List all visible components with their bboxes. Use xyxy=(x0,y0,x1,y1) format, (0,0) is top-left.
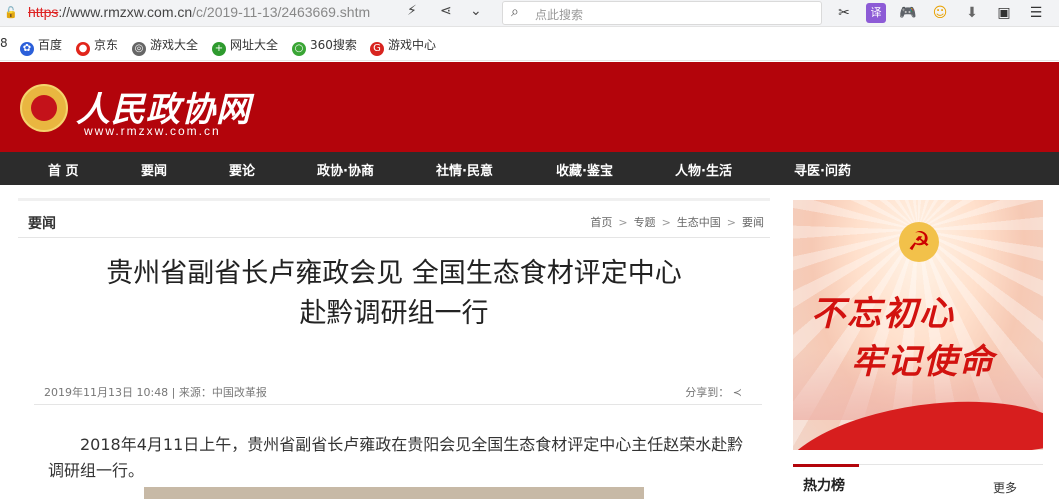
bookmark-game-center[interactable]: G 游戏中心 xyxy=(370,36,436,56)
url-host: ://www.rmzxw.com.cn xyxy=(58,4,193,20)
bookmark-8[interactable]: 8 xyxy=(0,36,8,50)
article-paragraph: 2018年4月11日上午，贵州省副省长卢雍政在贵阳会见全国生态食材评定中心主任赵… xyxy=(48,435,744,480)
search360-icon: ○ xyxy=(292,42,306,56)
share-widget[interactable]: 分享到： ≺ xyxy=(685,384,742,400)
search-icon: ⌕ xyxy=(511,4,519,20)
article-image xyxy=(144,487,644,499)
nav-news[interactable]: 要闻 xyxy=(141,160,167,179)
breadcrumb-home[interactable]: 首页 xyxy=(590,216,612,229)
browser-address-bar: 🔓 https://www.rmzxw.com.cn/c/2019-11-13/… xyxy=(0,0,1059,27)
hot-list-title: 热力榜 xyxy=(803,478,845,494)
browser-search-box[interactable]: ⌕ 点此搜索 xyxy=(502,1,822,25)
nav-society[interactable]: 社情·民意 xyxy=(436,160,493,179)
banner-slogan-1: 不忘初心 xyxy=(811,294,955,334)
url-field[interactable]: https://www.rmzxw.com.cn/c/2019-11-13/24… xyxy=(28,4,398,20)
lightning-icon[interactable]: ⚡ xyxy=(407,3,417,19)
extension-icon[interactable]: ▣ xyxy=(994,3,1014,23)
share-icon[interactable]: ≺ xyxy=(733,386,742,399)
section-bar: 要闻 首页 > 专题 > 生态中国 > 要闻 xyxy=(18,198,770,238)
main-nav: 首 页 要闻 要论 政协·协商 社情·民意 收藏·鉴宝 人物·生活 寻医·问药 xyxy=(0,152,1059,185)
breadcrumb-eco[interactable]: 生态中国 xyxy=(677,216,721,229)
breadcrumb-topic[interactable]: 专题 xyxy=(634,216,656,229)
nav-opinion[interactable]: 要论 xyxy=(229,160,255,179)
nav-health[interactable]: 寻医·问药 xyxy=(794,160,851,179)
nav-collection[interactable]: 收藏·鉴宝 xyxy=(556,160,613,179)
article-main: 要闻 首页 > 专题 > 生态中国 > 要闻 贵州省副省长卢雍政会见 全国生态食材评定中心 … xyxy=(18,198,770,499)
breadcrumb: 首页 > 专题 > 生态中国 > 要闻 xyxy=(590,216,764,229)
bookmark-jd[interactable]: ● 京东 xyxy=(76,36,118,56)
banner-slogan-2: 牢记使命 xyxy=(851,342,995,382)
menu-icon[interactable]: ☰ xyxy=(1026,3,1046,23)
hot-list-header: 热力榜 更多 xyxy=(793,464,1043,496)
game-center-icon: G xyxy=(370,42,384,56)
avatar-icon[interactable]: ☺ xyxy=(930,3,950,23)
nav-people[interactable]: 人物·生活 xyxy=(675,160,732,179)
more-link[interactable]: 更多 xyxy=(993,479,1017,496)
url-scheme: https xyxy=(28,4,59,20)
article-meta: 2019年11月13日 10:48 | 来源：中国改革报 xyxy=(44,386,267,399)
slogan-banner[interactable]: ☭ 不忘初心 牢记使命 xyxy=(793,200,1043,450)
url-path: /c/2019-11-13/2463669.shtm xyxy=(192,4,371,20)
chevron-down-icon[interactable]: ⌄ xyxy=(470,3,482,19)
translate-icon[interactable]: 译 xyxy=(866,3,886,23)
site-logo-url: www.rmzxw.com.cn xyxy=(84,124,221,138)
divider xyxy=(34,404,762,405)
bookmark-games[interactable]: ◎ 游戏大全 xyxy=(132,36,198,56)
breadcrumb-news[interactable]: 要闻 xyxy=(742,216,764,229)
section-tag: 要闻 xyxy=(28,216,56,232)
scissors-icon[interactable]: ✂ xyxy=(834,3,854,23)
jd-icon: ● xyxy=(76,42,90,56)
download-icon[interactable]: ⬇ xyxy=(962,3,982,23)
site-header: 人民政协网 www.rmzxw.com.cn xyxy=(0,62,1059,152)
search-placeholder: 点此搜索 xyxy=(535,8,584,22)
nav-home[interactable]: 首 页 xyxy=(48,160,79,179)
bookmarks-bar: 8 ✿ 百度 ● 京东 ◎ 游戏大全 + 网址大全 ○ 360搜索 G 游戏中心 xyxy=(0,27,1059,61)
title-line-2: 赴黔调研组一行 xyxy=(299,298,489,329)
gamepad-icon: ◎ xyxy=(132,42,146,56)
hot-accent xyxy=(793,464,859,467)
bookmark-360[interactable]: ○ 360搜索 xyxy=(292,36,357,56)
insecure-lock-icon[interactable]: 🔓 xyxy=(4,6,18,19)
share-icon[interactable]: ⋖ xyxy=(440,3,452,19)
title-line-1: 贵州省副省长卢雍政会见 全国生态食材评定中心 xyxy=(106,258,682,289)
cppcc-emblem-icon[interactable] xyxy=(20,84,68,132)
nav-cppcc[interactable]: 政协·协商 xyxy=(317,160,374,179)
share-label: 分享到： xyxy=(685,386,730,399)
article-title: 贵州省副省长卢雍政会见 全国生态食材评定中心 赴黔调研组一行 xyxy=(18,254,770,334)
plus-globe-icon: + xyxy=(212,42,226,56)
bookmark-hao[interactable]: + 网址大全 xyxy=(212,36,278,56)
party-emblem-icon: ☭ xyxy=(899,222,939,262)
baidu-icon: ✿ xyxy=(20,42,34,56)
bookmark-baidu[interactable]: ✿ 百度 xyxy=(20,36,62,56)
gamepad-icon[interactable]: 🎮 xyxy=(898,3,918,23)
